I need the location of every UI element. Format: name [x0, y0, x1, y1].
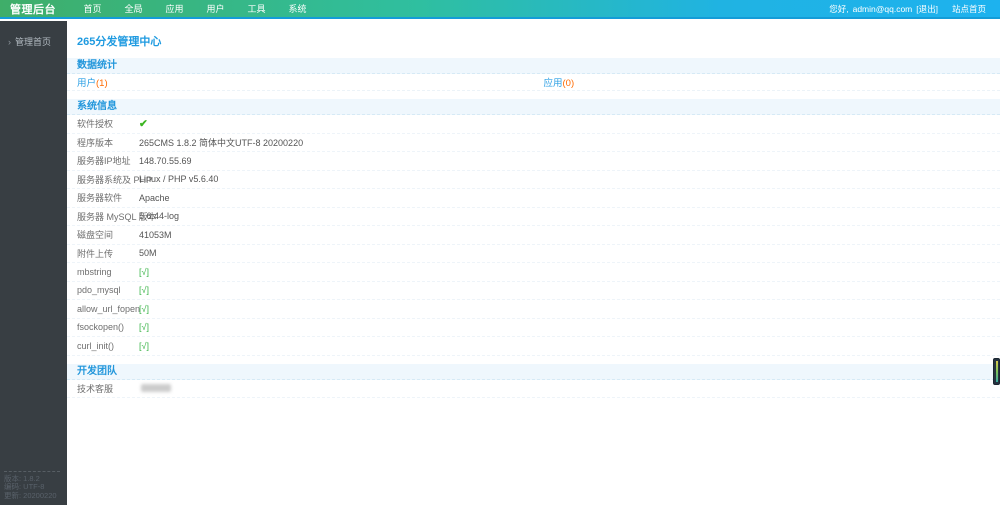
- table-row: fsockopen() [√]: [67, 319, 1000, 337]
- row-label: 软件授权: [77, 119, 114, 130]
- table-row: 技术客服: [67, 380, 1000, 398]
- status-badge: [√]: [139, 303, 149, 314]
- topbar: 管理后台 首页 全局 应用 用户 工具 系统 您好, admin@qq.com …: [0, 0, 1000, 19]
- logout-link[interactable]: [退出]: [916, 3, 938, 15]
- table-row: 服务器 MySQL 版本 5.6.44-log: [67, 208, 1000, 226]
- update-text: 更新: 20200220: [4, 490, 57, 500]
- row-value: 41053M: [139, 229, 172, 240]
- nav-item-home[interactable]: 首页: [72, 2, 113, 15]
- site-home-link[interactable]: 站点首页: [952, 3, 986, 15]
- status-badge: [√]: [139, 266, 149, 277]
- table-row: pdo_mysql [√]: [67, 282, 1000, 300]
- row-label: 技术客服: [77, 383, 114, 394]
- stats-row: 用户(1) 应用(0): [67, 74, 1000, 91]
- section-header-system: 系统信息: [67, 99, 1000, 115]
- table-row: mbstring [√]: [67, 263, 1000, 282]
- row-label: pdo_mysql: [77, 285, 121, 296]
- page-title: 265分发管理中心: [77, 36, 162, 48]
- status-badge: [√]: [139, 322, 149, 333]
- nav-item-system[interactable]: 系统: [277, 2, 318, 15]
- app-title: 管理后台: [10, 3, 56, 16]
- table-row: 附件上传 50M: [67, 245, 1000, 263]
- row-value: 5.6.44-log: [139, 211, 180, 222]
- table-row: 程序版本 265CMS 1.8.2 简体中文UTF-8 20200220: [67, 134, 1000, 152]
- table-row: 磁盘空间 41053M: [67, 226, 1000, 245]
- row-label: 附件上传: [77, 248, 114, 259]
- row-label: mbstring: [77, 266, 112, 277]
- row-label: 服务器系统及 PHP: [77, 174, 153, 185]
- row-label: fsockopen(): [77, 322, 125, 333]
- section-dev-team: 开发团队 技术客服: [67, 363, 1000, 398]
- status-badge: [√]: [139, 340, 149, 351]
- nav-item-users[interactable]: 用户: [195, 2, 236, 15]
- account-area: 您好, admin@qq.com [退出] 站点首页: [829, 3, 1000, 15]
- status-badge: [√]: [139, 285, 149, 296]
- table-row: 服务器系统及 PHP Linux / PHP v5.6.40: [67, 171, 1000, 189]
- scroll-indicator-bar: [996, 361, 998, 382]
- row-value: 148.70.55.69: [139, 155, 192, 166]
- sidebar-item-label: 管理首页: [15, 37, 52, 47]
- greeting-text: 您好,: [829, 3, 849, 14]
- row-label: curl_init(): [77, 340, 115, 351]
- apps-count: (0): [562, 78, 575, 89]
- censored-value: [141, 384, 171, 393]
- nav-item-global[interactable]: 全局: [113, 2, 154, 15]
- account-email: admin@qq.com: [852, 3, 913, 14]
- row-label: 服务器IP地址: [77, 156, 131, 167]
- row-value: Linux / PHP v5.6.40: [139, 174, 219, 185]
- nav-item-tools[interactable]: 工具: [236, 2, 277, 15]
- section-header-stats: 数据统计: [67, 58, 1000, 74]
- scroll-indicator[interactable]: [993, 358, 1000, 385]
- row-label: 程序版本: [77, 137, 114, 148]
- table-row: 服务器软件 Apache: [67, 189, 1000, 208]
- section-data-stats: 数据统计 用户(1) 应用(0): [67, 58, 1000, 91]
- sidebar-footer: 版本: 1.8.2 编码: UTF-8 更新: 20200220: [4, 470, 60, 501]
- row-label: 磁盘空间: [77, 230, 114, 241]
- table-row: allow_url_fopen [√]: [67, 300, 1000, 319]
- stat-users[interactable]: 用户(1): [67, 75, 534, 89]
- apps-link[interactable]: 应用: [544, 78, 563, 89]
- sidebar-item-admin-home[interactable]: › 管理首页: [0, 21, 67, 48]
- sidebar: › 管理首页 版本: 1.8.2 编码: UTF-8 更新: 20200220: [0, 21, 67, 505]
- row-label: 服务器软件: [77, 193, 123, 204]
- chevron-right-icon: ›: [8, 36, 11, 47]
- table-row: 软件授权 ✔: [67, 115, 1000, 134]
- nav-item-apps[interactable]: 应用: [154, 2, 195, 15]
- stat-apps[interactable]: 应用(0): [534, 75, 1000, 89]
- users-link[interactable]: 用户: [77, 78, 96, 89]
- main-content: 265分发管理中心 数据统计 用户(1) 应用(0) 系统信息 软件授权 ✔ 程…: [67, 21, 1000, 505]
- section-header-team: 开发团队: [67, 363, 1000, 380]
- row-value: 265CMS 1.8.2 简体中文UTF-8 20200220: [139, 137, 304, 148]
- section-system-info: 系统信息 软件授权 ✔ 程序版本 265CMS 1.8.2 简体中文UTF-8 …: [67, 99, 1000, 356]
- row-label: 服务器 MySQL 版本: [77, 211, 157, 222]
- check-icon: ✔: [139, 117, 148, 130]
- table-row: curl_init() [√]: [67, 337, 1000, 356]
- row-label: allow_url_fopen: [77, 303, 141, 314]
- row-value: 50M: [139, 248, 157, 259]
- users-count: (1): [96, 78, 108, 89]
- table-row: 服务器IP地址 148.70.55.69: [67, 152, 1000, 171]
- row-value: Apache: [139, 192, 170, 203]
